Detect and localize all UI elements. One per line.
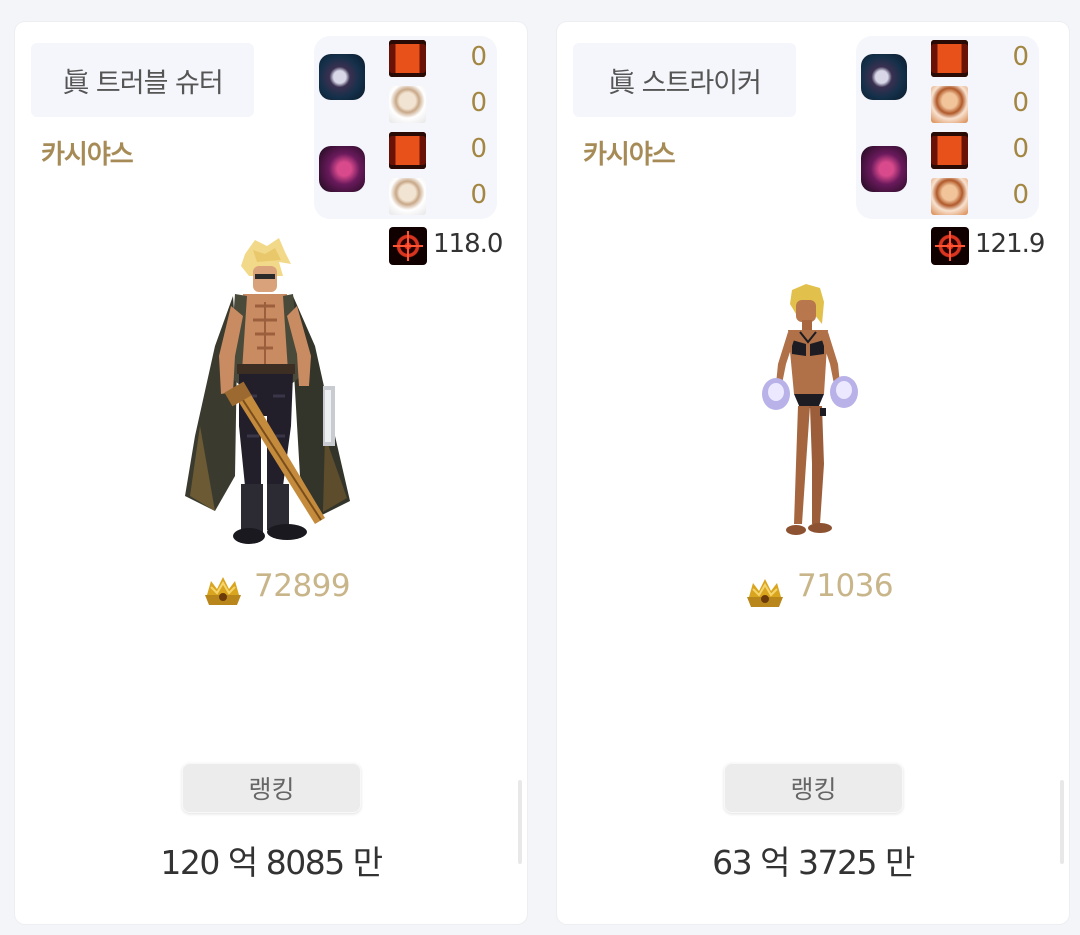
red-banner-icon: [389, 132, 426, 169]
job-title-badge: 眞 스트라이커: [573, 43, 796, 117]
buff-count: 0: [470, 42, 487, 72]
scrollbar[interactable]: [1060, 780, 1064, 864]
dark-knight-icon: [861, 54, 907, 100]
server-name: 카시야스: [583, 140, 676, 170]
buff-count: 0: [1012, 88, 1029, 118]
stat-value: 121.9: [975, 229, 1045, 259]
fame-value: 72899: [254, 568, 351, 604]
red-banner-icon: [931, 40, 968, 77]
buff-count: 0: [470, 180, 487, 210]
buff-count: 0: [1012, 42, 1029, 72]
character-sprite: [762, 284, 858, 535]
red-banner-icon: [931, 132, 968, 169]
buff-count: 0: [1012, 180, 1029, 210]
buff-count: 0: [1012, 134, 1029, 164]
dark-knight-icon: [319, 54, 365, 100]
character-sprite: [185, 238, 350, 544]
white-hair-portrait-icon: [389, 86, 426, 123]
brown-hair-portrait-icon: [931, 86, 968, 123]
buff-count: 0: [470, 134, 487, 164]
server-name: 카시야스: [41, 140, 134, 170]
red-banner-icon: [389, 40, 426, 77]
ranking-button-label: 랭킹: [790, 775, 837, 804]
crosshair-icon: [931, 227, 969, 265]
fame-value: 71036: [797, 568, 894, 604]
ranking-button-label: 랭킹: [248, 775, 295, 804]
character-card-2[interactable]: 眞 스트라이커 카시야스 0 0 0 0 121.9 71036 랭킹 63 억…: [557, 22, 1069, 924]
buff-count: 0: [470, 88, 487, 118]
crosshair-icon: [389, 227, 427, 265]
brown-hair-portrait-icon: [931, 178, 968, 215]
gold-crown-icon: [205, 577, 241, 605]
buff-panel: 0 0 0 0: [856, 36, 1039, 219]
crimson-demon-icon: [319, 146, 365, 192]
job-title-badge: 眞 트러블 슈터: [31, 43, 254, 117]
buff-panel: 0 0 0 0: [314, 36, 497, 219]
ranking-button[interactable]: 랭킹: [182, 763, 361, 813]
damage-value: 120 억 8085 만: [160, 843, 383, 882]
damage-value: 63 억 3725 만: [712, 843, 915, 882]
job-title: 眞 스트라이커: [608, 67, 762, 99]
scrollbar[interactable]: [518, 780, 522, 864]
crimson-demon-icon: [861, 146, 907, 192]
gold-crown-icon: [747, 579, 783, 607]
ranking-button[interactable]: 랭킹: [724, 763, 903, 813]
character-card-1[interactable]: 眞 트러블 슈터 카시야스 0 0 0 0 118.0 72899 랭킹 120…: [15, 22, 527, 924]
stat-value: 118.0: [433, 229, 503, 259]
white-hair-portrait-icon: [389, 178, 426, 215]
job-title: 眞 트러블 슈터: [62, 67, 223, 99]
